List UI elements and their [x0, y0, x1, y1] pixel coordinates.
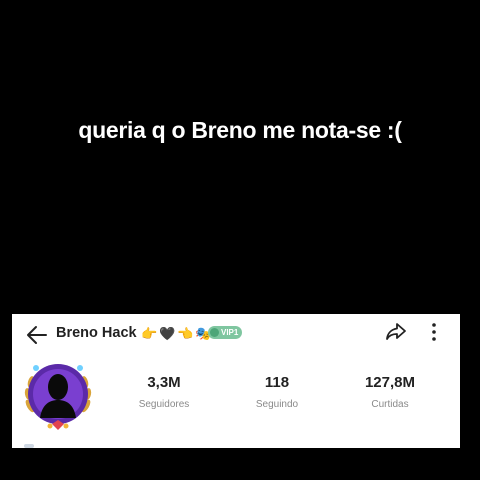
vip-badge[interactable]: VIP1 — [208, 326, 243, 339]
profile-card: Breno Hack 👉 🖤 👈 🎭 VIP1 3,3M Seguidores … — [12, 314, 460, 448]
pointing-right-emoji-icon: 👉 — [141, 325, 158, 341]
following-label: Seguindo — [255, 399, 299, 410]
share-icon[interactable] — [384, 320, 408, 344]
black-heart-emoji-icon: 🖤 — [159, 325, 176, 341]
name-emojis: 👉 🖤 👈 🎭 — [141, 323, 212, 343]
gem-icon — [33, 365, 39, 371]
followers-count: 3,3M — [147, 374, 181, 391]
gem-icon — [77, 365, 83, 371]
pointing-left-emoji-icon: 👈 — [177, 325, 194, 341]
stat-followers[interactable]: 3,3M Seguidores — [114, 374, 214, 410]
stat-following[interactable]: 118 Seguindo — [227, 374, 327, 410]
likes-label: Curtidas — [371, 399, 409, 410]
more-options-icon[interactable] — [422, 320, 446, 344]
back-arrow-icon[interactable] — [24, 322, 50, 348]
vip-badge-icon — [210, 328, 219, 337]
vip-badge-label: VIP1 — [221, 328, 239, 337]
profile-name: Breno Hack — [56, 325, 137, 341]
followers-label: Seguidores — [138, 399, 190, 410]
partial-bio-element — [24, 444, 34, 448]
following-count: 118 — [264, 374, 290, 391]
video-caption: queria q o Breno me nota-se :( — [78, 117, 402, 143]
avatar[interactable] — [22, 354, 94, 434]
likes-count: 127,8M — [364, 374, 416, 391]
stat-likes[interactable]: 127,8M Curtidas — [340, 374, 440, 410]
